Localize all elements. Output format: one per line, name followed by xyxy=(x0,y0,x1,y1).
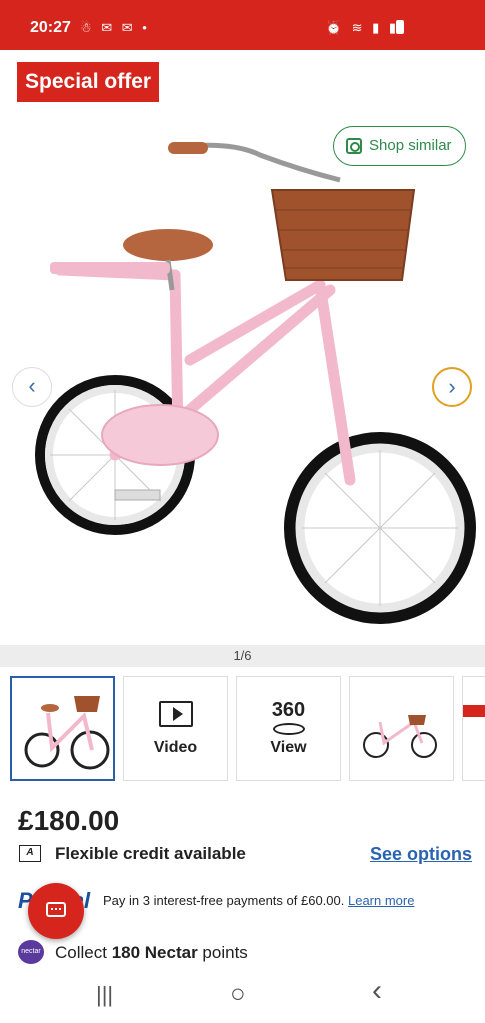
chat-button[interactable] xyxy=(28,883,84,939)
play-triangle-icon xyxy=(173,707,183,721)
visual-search-icon xyxy=(346,138,362,154)
nectar-suffix: points xyxy=(197,943,248,962)
back-button[interactable]: ‹ xyxy=(372,974,382,1008)
nectar-prefix: Collect xyxy=(55,943,112,962)
size-guide-preview xyxy=(463,705,485,717)
bike-thumbnail-image xyxy=(24,696,110,770)
shop-similar-label: Shop similar xyxy=(369,137,452,154)
nectar-points-value: 180 Nectar xyxy=(111,943,198,962)
home-button[interactable]: ○ xyxy=(230,978,246,1009)
chevron-left-icon: ‹ xyxy=(28,373,36,398)
special-offer-badge: Special offer xyxy=(17,62,160,102)
image-counter: 1/6 xyxy=(0,645,485,667)
system-icons: ⏰ ≋ ▮ ▮ xyxy=(325,20,399,35)
notification-icons: ☃ ✉ ✉ • xyxy=(80,20,150,35)
rotate-icon xyxy=(273,723,305,735)
chat-bubble-icon xyxy=(46,902,66,917)
thumbnail-360-view[interactable]: 360 View xyxy=(236,676,341,781)
chevron-right-icon: › xyxy=(448,374,456,399)
360-caption: 360 xyxy=(271,699,306,721)
flexible-credit-label: Flexible credit available xyxy=(55,844,246,863)
view-caption: View xyxy=(270,739,307,756)
shop-similar-button[interactable]: Shop similar xyxy=(333,126,466,166)
paypal-installment-text: Pay in 3 interest-free payments of £60.0… xyxy=(103,893,345,908)
bike-side-thumbnail-image xyxy=(363,715,437,758)
android-nav-bar: ||| ○ ‹ xyxy=(0,970,485,1023)
product-price: £180.00 xyxy=(18,805,120,836)
credit-card-icon: A xyxy=(19,845,41,862)
thumbnail-1[interactable] xyxy=(10,676,115,781)
status-time: 20:27 xyxy=(30,19,71,36)
paypal-pay-in-3-text: Pay in 3 interest-free payments of £60.0… xyxy=(103,893,414,908)
thumbnail-strip[interactable]: Video 360 View xyxy=(0,672,485,785)
nectar-points-text: Collect 180 Nectar points xyxy=(55,943,248,963)
learn-more-link[interactable]: Learn more xyxy=(348,893,414,908)
status-bar: 20:27 ☃ ✉ ✉ • ⏰ ≋ ▮ ▮ xyxy=(0,0,485,50)
thumbnail-video[interactable]: Video xyxy=(123,676,228,781)
thumbnail-4[interactable] xyxy=(349,676,454,781)
nectar-logo-icon: nectar xyxy=(18,940,44,964)
battery-icon xyxy=(396,20,404,34)
see-options-link[interactable]: See options xyxy=(370,844,472,865)
video-caption: Video xyxy=(153,739,198,756)
previous-image-button[interactable]: ‹ xyxy=(12,367,52,407)
thumbnail-size-guide[interactable] xyxy=(462,676,485,781)
product-image-gallery[interactable]: Special offer Shop similar ‹ › xyxy=(0,50,485,645)
next-image-button[interactable]: › xyxy=(432,367,472,407)
recent-apps-button[interactable]: ||| xyxy=(96,982,113,1008)
